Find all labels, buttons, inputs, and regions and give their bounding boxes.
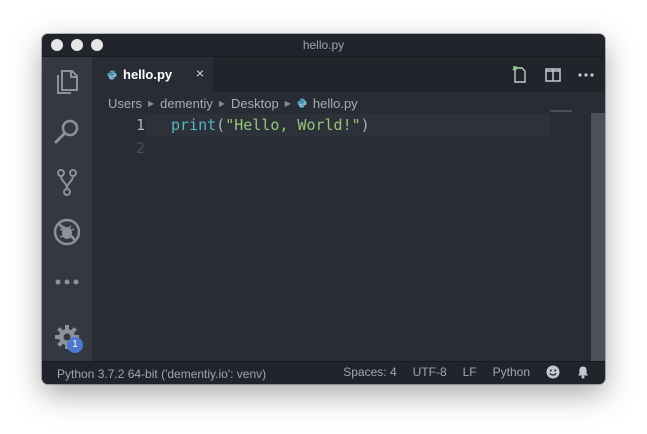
tab-bar: hello.py ×	[92, 57, 605, 92]
line-number: 1	[135, 116, 145, 134]
breadcrumb-separator-icon: ▶	[284, 98, 291, 108]
code-function: print	[171, 116, 217, 134]
breadcrumb-separator-icon: ▶	[147, 98, 155, 108]
explorer-icon[interactable]	[51, 66, 83, 98]
python-file-icon	[297, 98, 307, 108]
source-control-icon[interactable]	[51, 166, 83, 198]
title-bar: hello.py	[42, 34, 605, 57]
more-actions-icon[interactable]	[577, 66, 595, 84]
encoding-status[interactable]: UTF-8	[413, 365, 447, 379]
vertical-scrollbar[interactable]	[591, 113, 605, 362]
window-title: hello.py	[302, 38, 345, 52]
indentation-status[interactable]: Spaces: 4	[343, 365, 396, 379]
breadcrumb-separator-icon: ▶	[218, 98, 226, 108]
status-bar: Python 3.7.2 64-bit ('dementiy.io': venv…	[42, 361, 605, 384]
settings-badge: 1	[67, 337, 83, 353]
split-editor-icon[interactable]	[544, 66, 562, 84]
open-changes-icon[interactable]	[511, 66, 529, 84]
debug-icon[interactable]	[51, 216, 83, 248]
minimap[interactable]	[550, 110, 572, 112]
status-bar-right: Spaces: 4 UTF-8 LF Python	[327, 365, 590, 379]
breadcrumb-item-users[interactable]: Users	[108, 96, 142, 111]
breadcrumb: Users ▶ dementiy ▶ Desktop ▶ hello.py	[108, 93, 358, 113]
code-line[interactable]: 1 print("Hello, World!")	[92, 114, 605, 137]
line-number: 2	[135, 139, 145, 157]
activity-bar: 1	[42, 57, 92, 362]
python-file-icon	[107, 70, 117, 79]
vscode-window: hello.py 1 hello.py × Users ▶ dementiy ▶…	[42, 34, 605, 384]
close-tab-icon[interactable]: ×	[196, 65, 204, 81]
code-line[interactable]: 2	[92, 137, 605, 160]
breadcrumb-item-file[interactable]: hello.py	[313, 96, 358, 111]
code-text: print("Hello, World!")	[171, 114, 370, 137]
smiley-icon[interactable]	[546, 365, 560, 379]
code-paren-close: )	[360, 116, 370, 134]
language-mode-status[interactable]: Python	[493, 365, 530, 379]
editor-area: hello.py × Users ▶ dementiy ▶ Desktop ▶ …	[92, 57, 605, 362]
eol-status[interactable]: LF	[463, 365, 477, 379]
python-interpreter-status[interactable]: Python 3.7.2 64-bit ('dementiy.io': venv…	[57, 367, 266, 381]
search-icon[interactable]	[51, 116, 83, 148]
tab-label: hello.py	[123, 67, 173, 82]
bell-icon[interactable]	[576, 365, 590, 379]
more-icon[interactable]	[51, 266, 83, 298]
breadcrumb-item-desktop[interactable]: Desktop	[231, 96, 279, 111]
tab-hello-py[interactable]: hello.py ×	[92, 57, 213, 92]
breadcrumb-item-dementiy[interactable]: dementiy	[160, 96, 213, 111]
editor-actions	[511, 66, 595, 84]
code-paren-open: (	[216, 116, 226, 134]
code-string: "Hello, World!"	[225, 116, 361, 134]
code-editor[interactable]: 1 print("Hello, World!") 2	[92, 114, 605, 384]
